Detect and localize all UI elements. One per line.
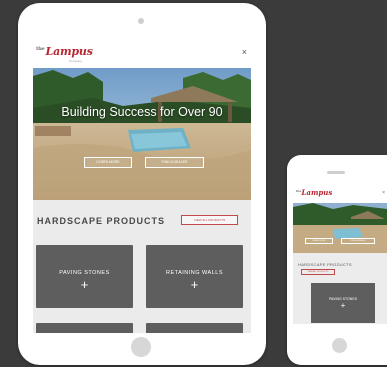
product-tile[interactable]	[36, 323, 133, 333]
close-icon[interactable]: ×	[242, 47, 247, 57]
view-all-products-button[interactable]: VIEW ALL PRODUCTS	[181, 215, 238, 225]
close-icon[interactable]: ×	[382, 190, 385, 196]
plus-icon: +	[340, 301, 346, 310]
product-tile-retaining-walls[interactable]: RETAINING WALLS +	[146, 245, 243, 308]
logo-name: Lampus	[301, 188, 333, 197]
hero-pool-image	[33, 68, 251, 200]
phone-hero-pool-image	[293, 203, 387, 253]
logo-subtitle: Company	[69, 59, 82, 63]
phone-product-tile[interactable]: PAVING STONES +	[311, 283, 375, 323]
phone-hero-banner	[293, 203, 387, 253]
products-section: HARDSCAPE PRODUCTS VIEW ALL PRODUCTS PAV…	[33, 200, 251, 333]
home-button	[131, 337, 151, 357]
phone-view-all-button[interactable]: VIEW ALL PRODUCTS	[301, 269, 335, 275]
tile-label: PAVING STONES	[59, 270, 110, 276]
phone-home-button	[332, 338, 347, 353]
logo-name: Lampus	[45, 45, 93, 58]
phone-site-header: theLampus ×	[293, 185, 387, 203]
hero-title: Building Success for Over 90	[61, 105, 223, 119]
phone-section-title: HARDSCAPE PRODUCTS	[298, 262, 352, 267]
phone-learn-more-button[interactable]: LEARN MORE	[305, 238, 333, 244]
phone-device: theLampus × LEARN MORE FIND A DEALER HAR…	[287, 155, 387, 365]
section-title: HARDSCAPE PRODUCTS	[37, 216, 166, 226]
product-tile[interactable]	[146, 323, 243, 333]
find-dealer-button[interactable]: FIND A DEALER	[145, 157, 204, 168]
tablet-screen: theLampus Company × Building Success for…	[33, 41, 251, 333]
speaker-slot	[327, 171, 345, 174]
phone-screen: theLampus × LEARN MORE FIND A DEALER HAR…	[293, 185, 387, 324]
phone-brand-logo[interactable]: theLampus	[296, 188, 332, 197]
tablet-device: theLampus Company × Building Success for…	[18, 3, 266, 365]
phone-find-dealer-button[interactable]: FIND A DEALER	[341, 238, 375, 244]
logo-the: the	[296, 189, 302, 193]
learn-more-button[interactable]: LEARN MORE	[84, 157, 132, 168]
plus-icon: +	[80, 277, 89, 292]
hero-banner: Building Success for Over 90 LEARN MORE …	[33, 68, 251, 200]
logo-the: the	[36, 46, 45, 52]
tile-label: RETAINING WALLS	[165, 270, 223, 276]
product-tile-paving-stones[interactable]: PAVING STONES +	[36, 245, 133, 308]
camera-dot	[138, 18, 144, 24]
plus-icon: +	[190, 277, 199, 292]
brand-logo[interactable]: theLampus	[36, 45, 93, 58]
site-header: theLampus Company ×	[33, 41, 251, 68]
